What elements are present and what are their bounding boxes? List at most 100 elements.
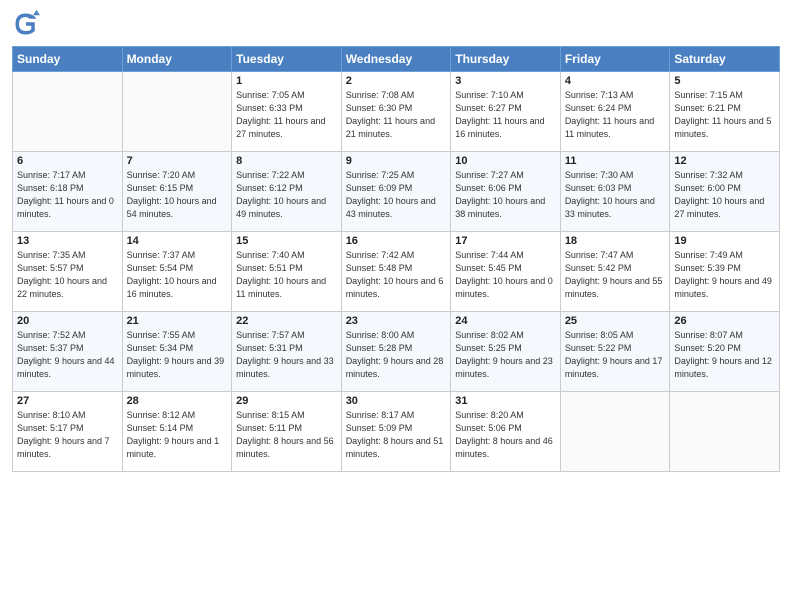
cell-detail: Sunrise: 7:27 AMSunset: 6:06 PMDaylight:… bbox=[455, 169, 556, 221]
day-number: 30 bbox=[346, 395, 447, 407]
calendar-cell: 29Sunrise: 8:15 AMSunset: 5:11 PMDayligh… bbox=[232, 392, 342, 472]
day-number: 9 bbox=[346, 155, 447, 167]
cell-detail: Sunrise: 7:10 AMSunset: 6:27 PMDaylight:… bbox=[455, 89, 556, 141]
cell-detail: Sunrise: 7:35 AMSunset: 5:57 PMDaylight:… bbox=[17, 249, 118, 301]
week-row-4: 20 Sunrise: 7:52 AMSunset: 5:37 PMDayligh… bbox=[13, 312, 780, 392]
day-number: 27 bbox=[17, 395, 118, 407]
cell-detail: Sunrise: 7:49 AMSunset: 5:39 PMDaylight:… bbox=[674, 249, 775, 301]
header bbox=[12, 10, 780, 38]
cell-detail: Sunrise: 7:15 AMSunset: 6:21 PMDaylight:… bbox=[674, 89, 775, 141]
day-number: 23 bbox=[346, 315, 447, 327]
cell-detail: Sunrise: 7:22 AMSunset: 6:12 PMDaylight:… bbox=[236, 169, 337, 221]
day-number: 18 bbox=[565, 235, 666, 247]
day-number: 25 bbox=[565, 315, 666, 327]
cell-detail: Sunrise: 7:13 AMSunset: 6:24 PMDaylight:… bbox=[565, 89, 666, 141]
cell-detail: Sunrise: 7:40 AMSunset: 5:51 PMDaylight:… bbox=[236, 249, 337, 301]
day-number: 29 bbox=[236, 395, 337, 407]
weekday-header-sunday: Sunday bbox=[13, 47, 123, 72]
cell-detail: Sunrise: 7:47 AMSunset: 5:42 PMDaylight:… bbox=[565, 249, 666, 301]
calendar-table: SundayMondayTuesdayWednesdayThursdayFrid… bbox=[12, 46, 780, 472]
calendar-cell: 13 Sunrise: 7:35 AMSunset: 5:57 PMDayligh… bbox=[13, 232, 123, 312]
cell-detail: Sunrise: 8:00 AMSunset: 5:28 PMDaylight:… bbox=[346, 329, 447, 381]
day-number: 10 bbox=[455, 155, 556, 167]
calendar-cell: 24 Sunrise: 8:02 AMSunset: 5:25 PMDayligh… bbox=[451, 312, 561, 392]
week-row-2: 6 Sunrise: 7:17 AMSunset: 6:18 PMDaylight… bbox=[13, 152, 780, 232]
weekday-header-saturday: Saturday bbox=[670, 47, 780, 72]
cell-detail: Sunrise: 7:42 AMSunset: 5:48 PMDaylight:… bbox=[346, 249, 447, 301]
day-number: 1 bbox=[236, 75, 337, 87]
week-row-1: 1 Sunrise: 7:05 AMSunset: 6:33 PMDaylight… bbox=[13, 72, 780, 152]
day-number: 21 bbox=[127, 315, 228, 327]
day-number: 7 bbox=[127, 155, 228, 167]
calendar-cell: 28 Sunrise: 8:12 AMSunset: 5:14 PMDayligh… bbox=[122, 392, 232, 472]
cell-detail: Sunrise: 8:05 AMSunset: 5:22 PMDaylight:… bbox=[565, 329, 666, 381]
calendar-cell: 23 Sunrise: 8:00 AMSunset: 5:28 PMDayligh… bbox=[341, 312, 451, 392]
cell-detail: Sunrise: 7:05 AMSunset: 6:33 PMDaylight:… bbox=[236, 89, 337, 141]
cell-detail: Sunrise: 7:52 AMSunset: 5:37 PMDaylight:… bbox=[17, 329, 118, 381]
calendar-cell: 17Sunrise: 7:44 AMSunset: 5:45 PMDayligh… bbox=[451, 232, 561, 312]
calendar-cell: 14Sunrise: 7:37 AMSunset: 5:54 PMDayligh… bbox=[122, 232, 232, 312]
day-number: 8 bbox=[236, 155, 337, 167]
weekday-header-friday: Friday bbox=[560, 47, 670, 72]
calendar-cell: 12Sunrise: 7:32 AMSunset: 6:00 PMDayligh… bbox=[670, 152, 780, 232]
cell-detail: Sunrise: 7:08 AMSunset: 6:30 PMDaylight:… bbox=[346, 89, 447, 141]
calendar-cell: 16 Sunrise: 7:42 AMSunset: 5:48 PMDayligh… bbox=[341, 232, 451, 312]
calendar-cell: 5 Sunrise: 7:15 AMSunset: 6:21 PMDaylight… bbox=[670, 72, 780, 152]
day-number: 6 bbox=[17, 155, 118, 167]
weekday-header-tuesday: Tuesday bbox=[232, 47, 342, 72]
calendar-cell: 10 Sunrise: 7:27 AMSunset: 6:06 PMDayligh… bbox=[451, 152, 561, 232]
logo-icon bbox=[12, 10, 40, 38]
weekday-header-thursday: Thursday bbox=[451, 47, 561, 72]
day-number: 2 bbox=[346, 75, 447, 87]
cell-detail: Sunrise: 7:55 AMSunset: 5:34 PMDaylight:… bbox=[127, 329, 228, 381]
cell-detail: Sunrise: 8:07 AMSunset: 5:20 PMDaylight:… bbox=[674, 329, 775, 381]
calendar-cell: 25 Sunrise: 8:05 AMSunset: 5:22 PMDayligh… bbox=[560, 312, 670, 392]
calendar-cell: 30 Sunrise: 8:17 AMSunset: 5:09 PMDayligh… bbox=[341, 392, 451, 472]
day-number: 4 bbox=[565, 75, 666, 87]
day-number: 5 bbox=[674, 75, 775, 87]
cell-detail: Sunrise: 7:44 AMSunset: 5:45 PMDaylight:… bbox=[455, 249, 556, 301]
calendar-cell: 19 Sunrise: 7:49 AMSunset: 5:39 PMDayligh… bbox=[670, 232, 780, 312]
calendar-cell bbox=[13, 72, 123, 152]
day-number: 28 bbox=[127, 395, 228, 407]
calendar-cell: 7 Sunrise: 7:20 AMSunset: 6:15 PMDaylight… bbox=[122, 152, 232, 232]
weekday-header-wednesday: Wednesday bbox=[341, 47, 451, 72]
day-number: 11 bbox=[565, 155, 666, 167]
day-number: 19 bbox=[674, 235, 775, 247]
day-number: 24 bbox=[455, 315, 556, 327]
calendar-cell: 31Sunrise: 8:20 AMSunset: 5:06 PMDayligh… bbox=[451, 392, 561, 472]
weekday-header-row: SundayMondayTuesdayWednesdayThursdayFrid… bbox=[13, 47, 780, 72]
cell-detail: Sunrise: 7:20 AMSunset: 6:15 PMDaylight:… bbox=[127, 169, 228, 221]
calendar-cell: 22 Sunrise: 7:57 AMSunset: 5:31 PMDayligh… bbox=[232, 312, 342, 392]
day-number: 12 bbox=[674, 155, 775, 167]
logo bbox=[12, 10, 42, 38]
calendar-cell: 9 Sunrise: 7:25 AMSunset: 6:09 PMDaylight… bbox=[341, 152, 451, 232]
day-number: 20 bbox=[17, 315, 118, 327]
calendar-cell: 2 Sunrise: 7:08 AMSunset: 6:30 PMDaylight… bbox=[341, 72, 451, 152]
calendar-cell bbox=[122, 72, 232, 152]
cell-detail: Sunrise: 8:17 AMSunset: 5:09 PMDaylight:… bbox=[346, 409, 447, 461]
day-number: 13 bbox=[17, 235, 118, 247]
cell-detail: Sunrise: 7:30 AMSunset: 6:03 PMDaylight:… bbox=[565, 169, 666, 221]
day-number: 16 bbox=[346, 235, 447, 247]
cell-detail: Sunrise: 8:10 AMSunset: 5:17 PMDaylight:… bbox=[17, 409, 118, 461]
day-number: 31 bbox=[455, 395, 556, 407]
calendar-cell: 11 Sunrise: 7:30 AMSunset: 6:03 PMDayligh… bbox=[560, 152, 670, 232]
day-number: 3 bbox=[455, 75, 556, 87]
day-number: 22 bbox=[236, 315, 337, 327]
calendar-cell: 4 Sunrise: 7:13 AMSunset: 6:24 PMDaylight… bbox=[560, 72, 670, 152]
weekday-header-monday: Monday bbox=[122, 47, 232, 72]
cell-detail: Sunrise: 7:37 AMSunset: 5:54 PMDaylight:… bbox=[127, 249, 228, 301]
cell-detail: Sunrise: 7:17 AMSunset: 6:18 PMDaylight:… bbox=[17, 169, 118, 221]
day-number: 26 bbox=[674, 315, 775, 327]
cell-detail: Sunrise: 8:02 AMSunset: 5:25 PMDaylight:… bbox=[455, 329, 556, 381]
cell-detail: Sunrise: 7:25 AMSunset: 6:09 PMDaylight:… bbox=[346, 169, 447, 221]
page: SundayMondayTuesdayWednesdayThursdayFrid… bbox=[0, 0, 792, 612]
week-row-3: 13 Sunrise: 7:35 AMSunset: 5:57 PMDayligh… bbox=[13, 232, 780, 312]
calendar-cell: 21 Sunrise: 7:55 AMSunset: 5:34 PMDayligh… bbox=[122, 312, 232, 392]
calendar-cell bbox=[560, 392, 670, 472]
cell-detail: Sunrise: 7:57 AMSunset: 5:31 PMDaylight:… bbox=[236, 329, 337, 381]
calendar-cell: 15Sunrise: 7:40 AMSunset: 5:51 PMDayligh… bbox=[232, 232, 342, 312]
cell-detail: Sunrise: 8:12 AMSunset: 5:14 PMDaylight:… bbox=[127, 409, 228, 461]
calendar-cell: 18 Sunrise: 7:47 AMSunset: 5:42 PMDayligh… bbox=[560, 232, 670, 312]
